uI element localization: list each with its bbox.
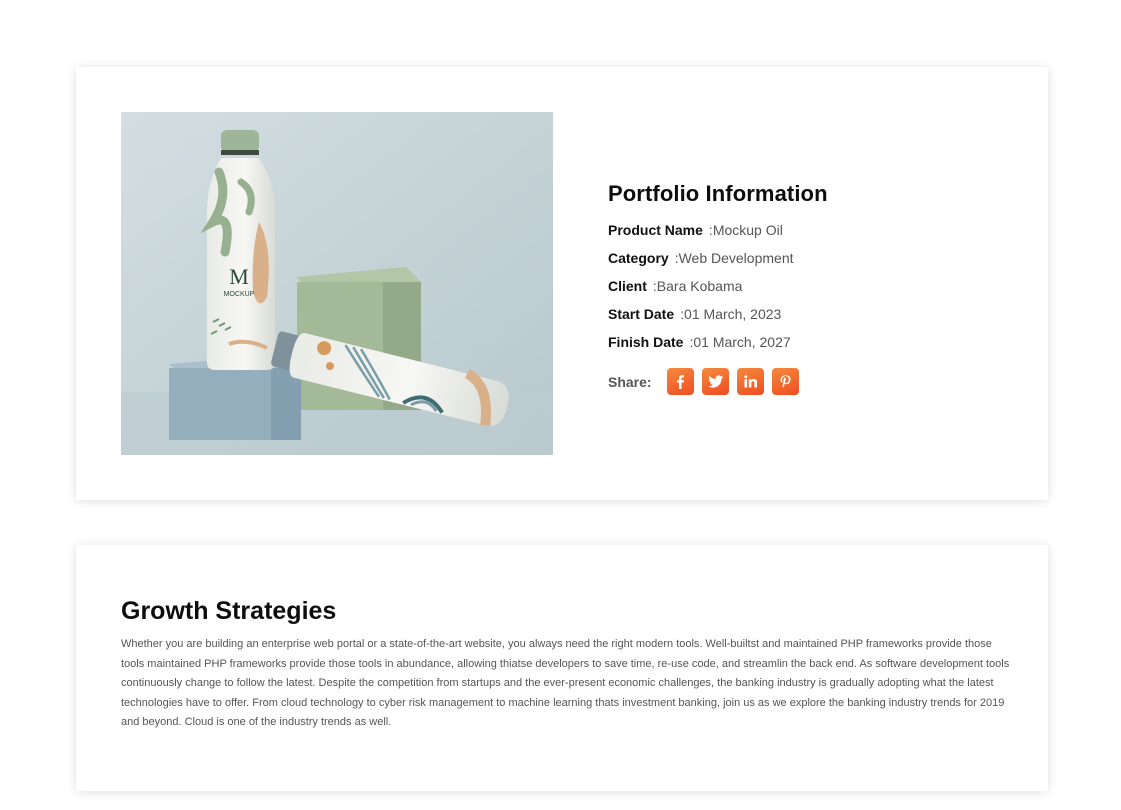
growth-section: Growth Strategies Whether you are buildi… <box>121 597 1011 733</box>
info-row-finish-date: Finish Date:01 March, 2027 <box>608 332 1008 360</box>
share-bar: Share: <box>608 368 1008 395</box>
linkedin-icon <box>743 375 757 388</box>
info-row-category: Category:Web Development <box>608 248 1008 276</box>
portfolio-card: M MOCKUP Portfolio Information Product N <box>76 67 1048 500</box>
info-label: Category <box>608 250 669 266</box>
info-value: Bara Kobama <box>656 278 743 294</box>
growth-card: Growth Strategies Whether you are buildi… <box>76 545 1048 791</box>
bottle-brand-letter: M <box>229 264 249 289</box>
info-row-client: Client:Bara Kobama <box>608 276 1008 304</box>
info-label: Client <box>608 278 647 294</box>
pinterest-icon <box>780 374 791 388</box>
portfolio-info-title: Portfolio Information <box>608 181 828 206</box>
share-pinterest-button[interactable] <box>771 368 799 395</box>
info-value: 01 March, 2023 <box>684 306 782 322</box>
share-facebook-button[interactable] <box>666 368 694 395</box>
portfolio-info: Portfolio Information Product Name:Mocku… <box>608 181 1008 395</box>
portfolio-image: M MOCKUP <box>121 112 553 455</box>
info-row-start-date: Start Date:01 March, 2023 <box>608 304 1008 332</box>
twitter-icon <box>707 375 723 388</box>
info-value: 01 March, 2027 <box>693 334 791 350</box>
info-label: Finish Date <box>608 334 684 350</box>
share-label: Share: <box>608 373 652 390</box>
info-label: Start Date <box>608 306 675 322</box>
share-linkedin-button[interactable] <box>736 368 764 395</box>
bottle-brand-word: MOCKUP <box>224 291 255 298</box>
growth-body: Whether you are building an enterprise w… <box>121 638 1010 729</box>
info-value: Mockup Oil <box>712 222 783 238</box>
facebook-icon <box>676 375 685 389</box>
growth-title: Growth Strategies <box>121 597 337 625</box>
info-label: Product Name <box>608 222 703 238</box>
info-row-product-name: Product Name:Mockup Oil <box>608 220 1008 248</box>
info-value: Web Development <box>678 250 794 266</box>
share-twitter-button[interactable] <box>701 368 729 395</box>
